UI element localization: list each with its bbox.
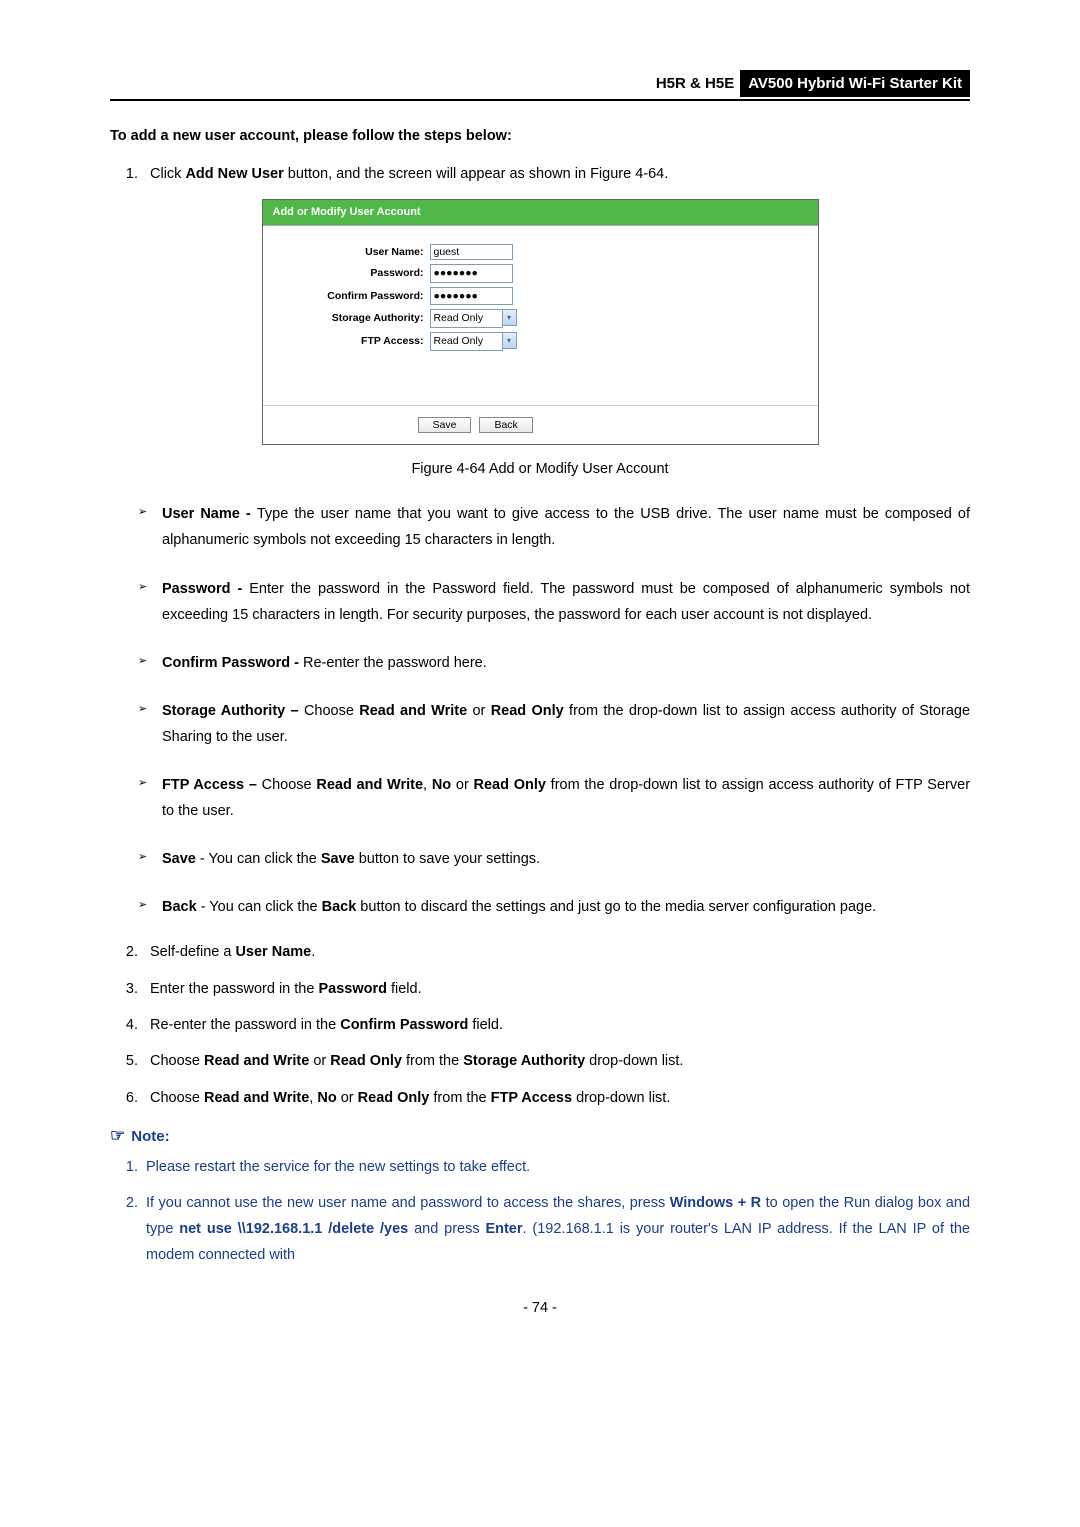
desc-storage: Storage Authority – Choose Read and Writ… <box>142 698 970 750</box>
label-username: User Name: <box>279 245 430 260</box>
note-header: Note: <box>110 1124 970 1148</box>
step-4: Re-enter the password in the Confirm Pas… <box>142 1015 970 1035</box>
back-button[interactable]: Back <box>479 417 532 433</box>
figure-panel-body: User Name: Password: ●●●●●●● Confirm Pas… <box>263 226 818 405</box>
label-confirm: Confirm Password: <box>279 289 430 304</box>
input-username[interactable] <box>430 244 513 260</box>
note-2: If you cannot use the new user name and … <box>142 1190 970 1268</box>
section-title: To add a new user account, please follow… <box>110 126 970 146</box>
chevron-down-icon: ▾ <box>503 309 517 326</box>
select-storage[interactable]: Read Only ▾ <box>430 309 517 328</box>
desc-back: Back - You can click the Back button to … <box>142 894 970 920</box>
step-1: Click Add New User button, and the scree… <box>142 164 970 184</box>
note-list: Please restart the service for the new s… <box>110 1154 970 1268</box>
note-1: Please restart the service for the new s… <box>142 1154 970 1180</box>
desc-ftp: FTP Access – Choose Read and Write, No o… <box>142 772 970 824</box>
model-label: H5R & H5E <box>656 73 734 94</box>
desc-password: Password - Enter the password in the Pas… <box>142 576 970 628</box>
step-5: Choose Read and Write or Read Only from … <box>142 1051 970 1071</box>
desc-save: Save - You can click the Save button to … <box>142 846 970 872</box>
step-2: Self-define a User Name. <box>142 942 970 962</box>
desc-confirm: Confirm Password - Re-enter the password… <box>142 650 970 676</box>
steps-list-2: Self-define a User Name. Enter the passw… <box>110 942 970 1107</box>
input-password[interactable]: ●●●●●●● <box>430 264 513 283</box>
select-ftp[interactable]: Read Only ▾ <box>430 332 517 351</box>
step-6: Choose Read and Write, No or Read Only f… <box>142 1088 970 1108</box>
kit-label: AV500 Hybrid Wi-Fi Starter Kit <box>740 70 970 97</box>
label-ftp: FTP Access: <box>279 334 430 349</box>
page-number: - 74 - <box>110 1298 970 1318</box>
label-password: Password: <box>279 266 430 281</box>
label-storage: Storage Authority: <box>279 311 430 326</box>
steps-list-1: Click Add New User button, and the scree… <box>110 164 970 184</box>
figure-caption: Figure 4-64 Add or Modify User Account <box>110 459 970 479</box>
document-header: H5R & H5E AV500 Hybrid Wi-Fi Starter Kit <box>110 70 970 101</box>
figure-panel-footer: Save Back <box>263 405 818 444</box>
field-descriptions: User Name - Type the user name that you … <box>110 501 970 920</box>
chevron-down-icon: ▾ <box>503 332 517 349</box>
step-3: Enter the password in the Password field… <box>142 979 970 999</box>
input-confirm[interactable]: ●●●●●●● <box>430 287 513 306</box>
desc-username: User Name - Type the user name that you … <box>142 501 970 553</box>
figure-screenshot: Add or Modify User Account User Name: Pa… <box>262 199 819 445</box>
figure-panel-header: Add or Modify User Account <box>263 200 818 226</box>
save-button[interactable]: Save <box>418 417 472 433</box>
